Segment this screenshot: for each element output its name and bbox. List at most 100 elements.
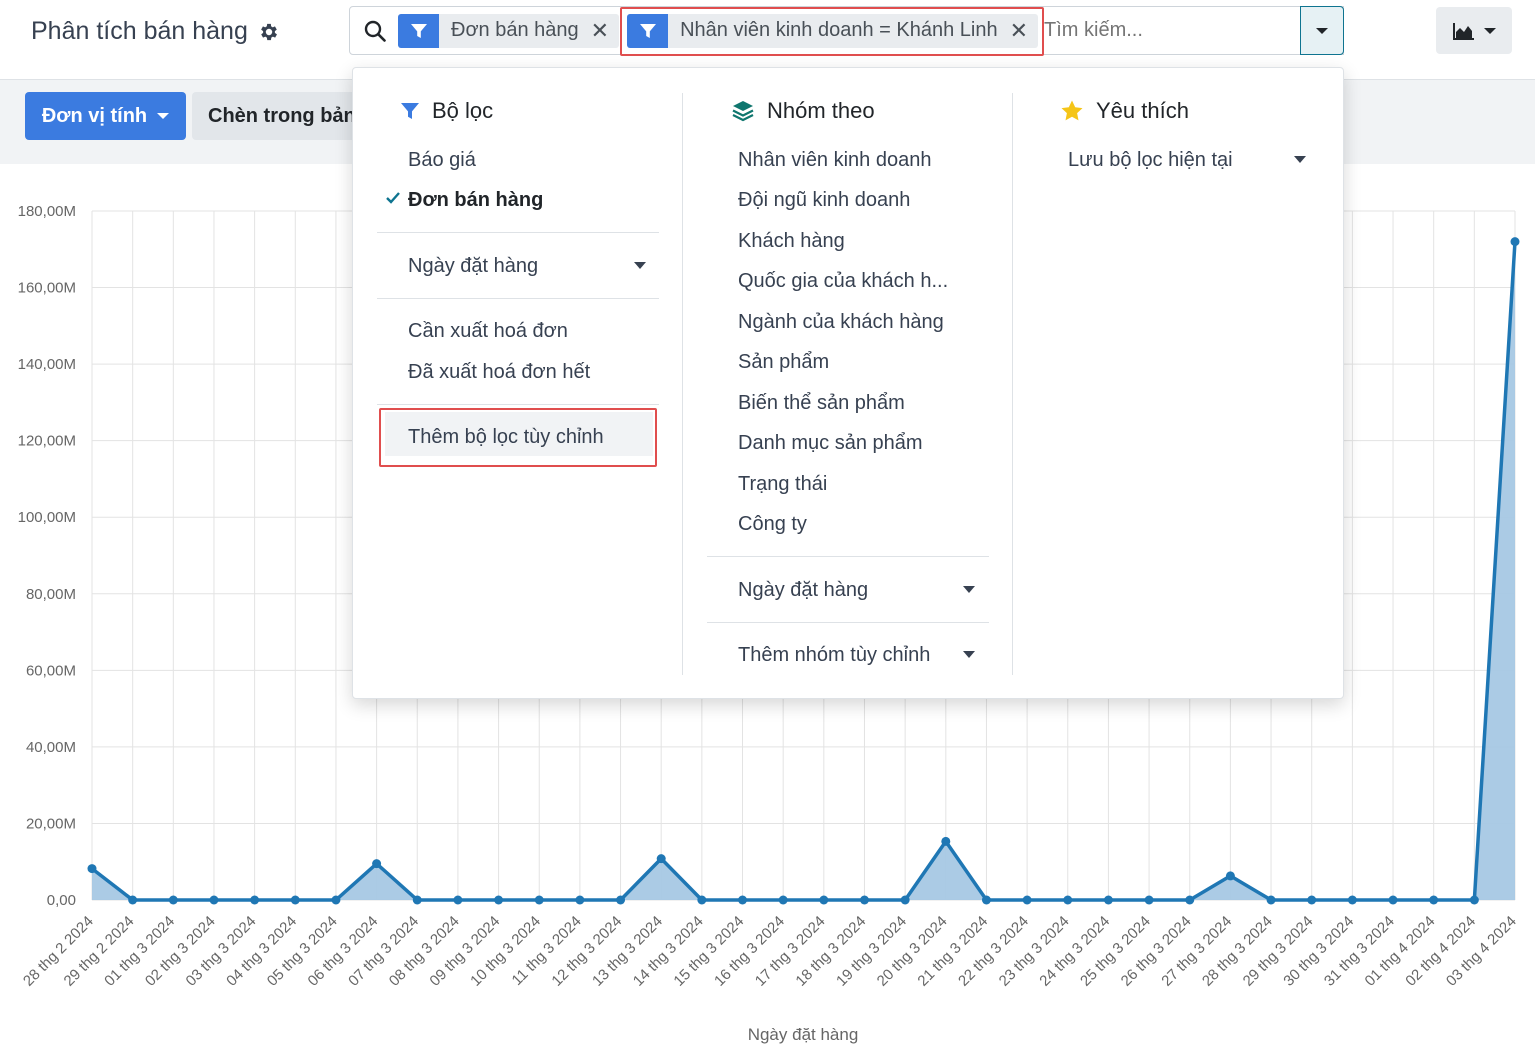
search-options-toggle[interactable]	[1300, 6, 1344, 55]
groupby-product[interactable]: Sản phẩm	[738, 351, 829, 374]
groupby-sales-team[interactable]: Đội ngũ kinh doanh	[738, 189, 910, 212]
data-point	[1103, 895, 1113, 905]
divider	[377, 404, 659, 405]
gear-icon[interactable]	[258, 21, 280, 43]
filter-to-invoice[interactable]: Cần xuất hoá đơn	[408, 320, 568, 343]
groupby-status[interactable]: Trạng thái	[738, 473, 827, 496]
data-point	[128, 895, 138, 905]
groupby-company[interactable]: Công ty	[738, 513, 807, 536]
caret-down-icon	[157, 113, 170, 119]
area-chart-icon	[1453, 22, 1474, 40]
groupby-order-date[interactable]: Ngày đặt hàng	[738, 579, 868, 602]
data-point	[697, 895, 707, 905]
y-tick-label: 0,00	[47, 892, 76, 909]
data-point	[1388, 895, 1398, 905]
data-point	[616, 895, 626, 905]
y-tick-label: 180,00M	[18, 203, 76, 220]
filters-heading-text: Bộ lọc	[432, 98, 494, 123]
groupby-customer-country[interactable]: Quốc gia của khách h...	[738, 270, 948, 293]
divider	[707, 622, 989, 623]
data-point	[1063, 895, 1073, 905]
close-icon[interactable]: ✕	[591, 19, 619, 42]
data-point	[900, 895, 910, 905]
search-input[interactable]	[1044, 19, 1295, 42]
data-point	[738, 895, 748, 905]
y-tick-label: 80,00M	[26, 586, 76, 603]
favorites-heading: Yêu thích	[1060, 98, 1189, 124]
data-point	[1225, 871, 1235, 881]
insert-in-spreadsheet-button[interactable]: Chèn trong bảng	[192, 92, 362, 140]
y-tick-label: 100,00M	[18, 509, 76, 526]
filter-icon	[401, 103, 419, 119]
y-tick-label: 60,00M	[26, 662, 76, 679]
divider	[707, 556, 989, 557]
facet-label: Đơn bán hàng	[451, 19, 579, 41]
data-point	[494, 895, 504, 905]
filter-sales-orders[interactable]: Đơn bán hàng	[408, 189, 543, 212]
measures-label: Đơn vị tính	[41, 104, 148, 127]
caret-down-icon	[634, 262, 646, 269]
data-point	[778, 895, 788, 905]
y-tick-label: 20,00M	[26, 815, 76, 832]
data-point	[1144, 895, 1154, 905]
data-point	[250, 895, 260, 905]
data-point	[453, 895, 463, 905]
save-current-filter[interactable]: Lưu bộ lọc hiện tại	[1068, 149, 1233, 172]
data-point	[1469, 895, 1479, 905]
data-point	[209, 895, 219, 905]
data-point	[1510, 237, 1520, 247]
caret-down-icon	[963, 586, 975, 593]
data-point	[575, 895, 585, 905]
data-point	[859, 895, 869, 905]
facet-label: Nhân viên kinh doanh = Khánh Linh	[680, 19, 998, 41]
data-point	[819, 895, 829, 905]
data-point	[1347, 895, 1357, 905]
y-tick-label: 140,00M	[18, 356, 76, 373]
filters-heading: Bộ lọc	[400, 98, 493, 124]
column-separator	[682, 93, 683, 675]
data-point	[412, 895, 422, 905]
search-bar[interactable]: Đơn bán hàng ✕ Nhân viên kinh doanh = Kh…	[349, 6, 1344, 55]
data-point	[534, 895, 544, 905]
measures-button[interactable]: Đơn vị tính	[25, 92, 186, 140]
data-point	[1185, 895, 1195, 905]
search-icon	[364, 20, 386, 42]
close-icon[interactable]: ✕	[1010, 19, 1038, 42]
data-point	[656, 854, 666, 864]
facet-sales-orders: Đơn bán hàng ✕	[398, 13, 620, 48]
filter-icon	[398, 13, 439, 48]
insert-label: Chèn trong bảng	[208, 104, 362, 127]
filter-fully-invoiced[interactable]: Đã xuất hoá đơn hết	[408, 361, 590, 384]
x-tick-label: 28 thg 2 2024	[20, 913, 97, 990]
caret-down-icon	[1294, 156, 1306, 163]
data-point	[168, 895, 178, 905]
caret-down-icon	[1316, 27, 1328, 34]
filter-order-date[interactable]: Ngày đặt hàng	[408, 255, 538, 278]
data-point	[981, 895, 991, 905]
data-point	[87, 864, 97, 874]
groupby-salesperson[interactable]: Nhân viên kinh doanh	[738, 149, 931, 172]
data-point	[1022, 895, 1032, 905]
page-title-text: Phân tích bán hàng	[31, 17, 248, 45]
star-icon	[1061, 100, 1083, 121]
data-point	[941, 836, 951, 846]
caret-down-icon	[1484, 27, 1496, 34]
caret-down-icon	[963, 651, 975, 658]
groupby-product-category[interactable]: Danh mục sản phẩm	[738, 432, 923, 455]
filter-quotations[interactable]: Báo giá	[408, 149, 476, 172]
search-options-dropdown: Bộ lọc Báo giá Đơn bán hàng Ngày đặt hàn…	[352, 67, 1344, 699]
groupby-heading: Nhóm theo	[731, 98, 875, 124]
groupby-customer[interactable]: Khách hàng	[738, 230, 845, 253]
data-point	[331, 895, 341, 905]
add-custom-filter-label[interactable]: Thêm bộ lọc tùy chỉnh	[408, 426, 604, 449]
graph-type-switch[interactable]	[1436, 7, 1512, 54]
groupby-customer-industry[interactable]: Ngành của khách hàng	[738, 311, 944, 334]
x-axis-label: Ngày đặt hàng	[748, 1025, 859, 1044]
facet-salesperson: Nhân viên kinh doanh = Khánh Linh ✕	[627, 13, 1039, 48]
data-point	[372, 859, 382, 869]
add-custom-group[interactable]: Thêm nhóm tùy chỉnh	[738, 644, 930, 667]
data-point	[1266, 895, 1276, 905]
groupby-product-variant[interactable]: Biến thể sản phẩm	[738, 392, 905, 415]
data-point	[290, 895, 300, 905]
filter-icon	[627, 13, 669, 48]
